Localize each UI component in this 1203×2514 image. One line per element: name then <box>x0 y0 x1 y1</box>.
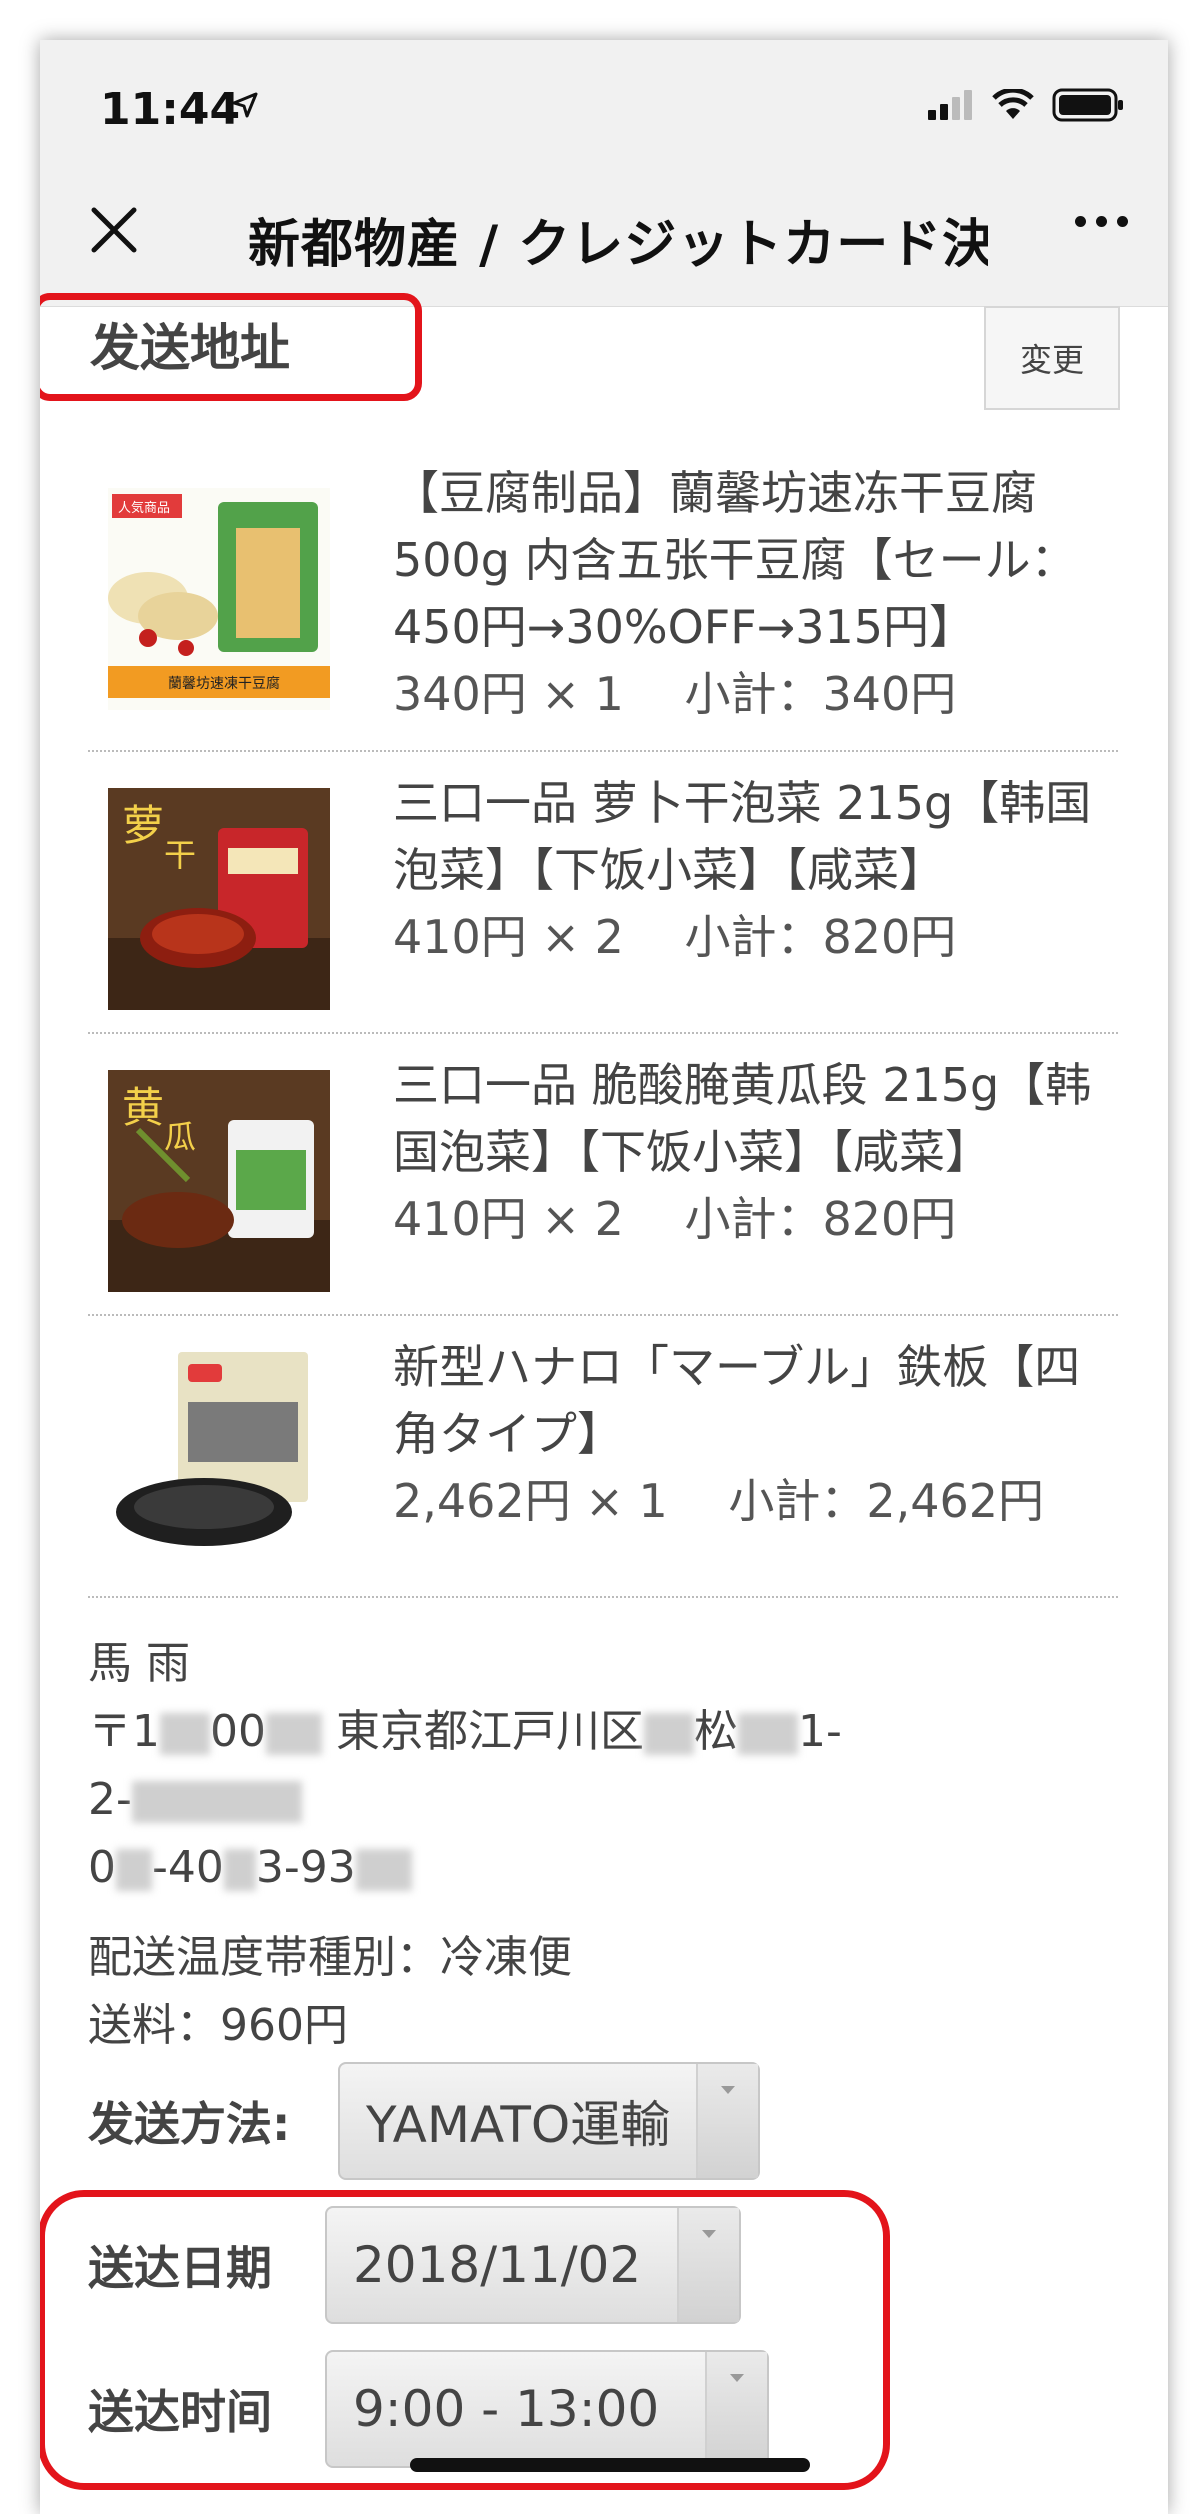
item-price: 2,462円 × 1 小計：2,462円 <box>393 1474 1045 1528</box>
home-indicator <box>410 2458 810 2472</box>
shipping-fee: 送料：960円 <box>88 2000 348 2051</box>
shipping-method-value: YAMATO運輸 <box>366 2096 671 2154</box>
order-item: 黄 瓜 三口一品 脆酸腌黄瓜段 215g【韩 国泡菜】【下饭小菜】【咸菜】 41… <box>88 1034 1118 1316</box>
order-item: 人気商品 蘭馨坊速凍干豆腐 【豆腐制品】蘭馨坊速冻干豆腐 500g 内含五张干豆… <box>88 460 1118 752</box>
svg-text:人気商品: 人気商品 <box>118 500 170 516</box>
shipping-method-select[interactable]: YAMATO運輸 <box>338 2062 760 2180</box>
status-icons <box>928 88 1124 122</box>
item-text: 新型ハナロ「マーブル」鉄板【四 角タイプ】 2,462円 × 1 小計：2,46… <box>393 1334 1113 1535</box>
shipping-method-row: 发送方法: <box>88 2062 290 2180</box>
recipient-address-line2: 2- <box>88 1766 842 1834</box>
grill-plate-product-image <box>108 1342 330 1564</box>
pickled-cucumber-product-image: 黄 瓜 <box>108 1070 330 1292</box>
order-item: 新型ハナロ「マーブル」鉄板【四 角タイプ】 2,462円 × 1 小計：2,46… <box>88 1316 1118 1598</box>
page-title: 新都物産 / クレジットカード決済 <box>248 215 988 275</box>
wifi-icon <box>992 89 1034 119</box>
order-item: 萝 干 三口一品 萝卜干泡菜 215g【韩国 泡菜】【下饭小菜】【咸菜】 410… <box>88 752 1118 1034</box>
dried-tofu-product-image: 人気商品 蘭馨坊速凍干豆腐 <box>108 488 330 710</box>
item-price: 340円 × 1 小計：340円 <box>393 667 957 721</box>
svg-text:干: 干 <box>164 836 196 874</box>
delivery-fields-highlight <box>40 2190 890 2490</box>
shipping-method-label: 发送方法: <box>88 2097 291 2151</box>
item-text: 三口一品 脆酸腌黄瓜段 215g【韩 国泡菜】【下饭小菜】【咸菜】 410円 ×… <box>393 1052 1113 1253</box>
item-text: 【豆腐制品】蘭馨坊速冻干豆腐 500g 内含五张干豆腐【セール： 450円→30… <box>393 460 1113 728</box>
svg-text:黄: 黄 <box>122 1083 164 1132</box>
svg-text:瓜: 瓜 <box>164 1118 196 1156</box>
recipient-phone: 0 -40 3-93 <box>88 1834 842 1902</box>
item-text: 三口一品 萝卜干泡菜 215g【韩国 泡菜】【下饭小菜】【咸菜】 410円 × … <box>393 770 1113 971</box>
shipping-info: 配送温度帯種別：冷凍便 送料：960円 <box>88 1924 572 2060</box>
recipient-name: 馬 雨 <box>88 1638 190 1689</box>
item-price: 410円 × 2 小計：820円 <box>393 910 957 964</box>
change-address-button[interactable]: 変更 <box>984 306 1120 410</box>
recipient-address-line1: 〒1 00 東京都江戸川区松 1- <box>88 1706 842 1757</box>
close-icon[interactable] <box>84 200 144 260</box>
battery-icon <box>1052 88 1123 122</box>
more-options-icon[interactable] <box>1075 216 1128 227</box>
chevron-down-icon <box>696 2064 758 2178</box>
phone-screen: 11:44 新都物産 / クレジットカード決済 发送地址 変更 人気商品 蘭馨坊… <box>40 40 1168 2514</box>
status-time: 11:44 <box>100 84 241 135</box>
location-arrow-icon <box>232 92 258 118</box>
recipient-block: 馬 雨 〒1 00 東京都江戸川区松 1- 2- 0 -40 3-93 <box>88 1630 842 1902</box>
radish-kimchi-product-image: 萝 干 <box>108 788 330 1010</box>
top-bar: 11:44 新都物産 / クレジットカード決済 <box>40 40 1168 307</box>
svg-text:蘭馨坊速凍干豆腐: 蘭馨坊速凍干豆腐 <box>168 675 280 692</box>
item-price: 410円 × 2 小計：820円 <box>393 1192 957 1246</box>
shipping-temperature: 配送温度帯種別：冷凍便 <box>88 1932 572 1983</box>
svg-text:萝: 萝 <box>122 801 164 850</box>
address-header-highlight <box>40 293 422 401</box>
signal-icon <box>928 90 972 120</box>
